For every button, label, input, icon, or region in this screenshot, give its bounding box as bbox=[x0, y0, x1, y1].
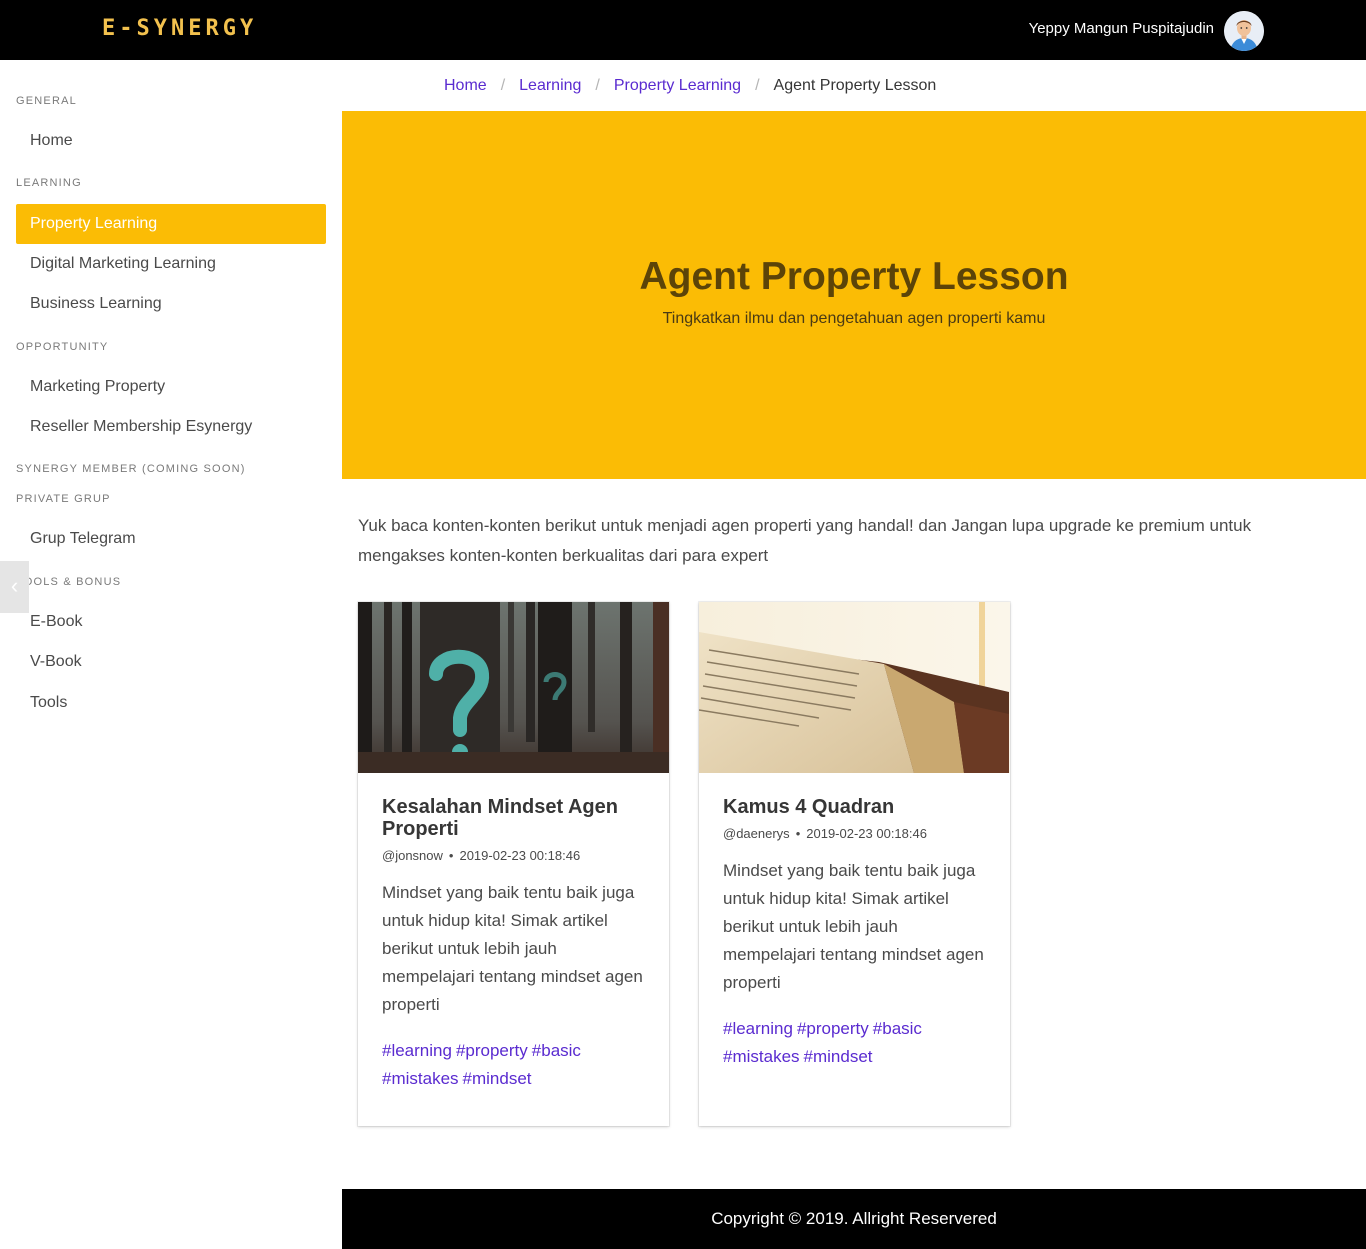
breadcrumb-home[interactable]: Home bbox=[444, 77, 487, 95]
sidebar-item-property-learning[interactable]: Property Learning bbox=[16, 204, 326, 244]
breadcrumb-separator: / bbox=[755, 77, 760, 94]
breadcrumb-current: Agent Property Lesson bbox=[773, 77, 937, 94]
chevron-left-icon: ‹ bbox=[10, 573, 19, 598]
sidebar-collapse-button[interactable]: ‹ bbox=[0, 561, 29, 613]
lesson-card[interactable]: Kamus 4 Quadran @daenerys • 2019-02-23 00:… bbox=[699, 602, 1010, 1126]
tag-link[interactable]: #learning bbox=[382, 1041, 452, 1060]
brand-logo[interactable]: E-SYNERGY bbox=[102, 16, 257, 41]
sidebar-item-vbook[interactable]: V-Book bbox=[16, 642, 326, 682]
menu-label-learning: LEARNING bbox=[16, 177, 82, 189]
sidebar-item-digital-marketing-learning[interactable]: Digital Marketing Learning bbox=[16, 244, 326, 284]
menu-label-tools-bonus: TOOLS & BONUS bbox=[16, 576, 122, 588]
menu-label-synergy-member: SYNERGY MEMBER (COMING SOON) bbox=[16, 463, 246, 475]
sidebar-item-reseller-membership[interactable]: Reseller Membership Esynergy bbox=[16, 407, 326, 447]
page-title: Agent Property Lesson bbox=[639, 255, 1069, 298]
forest-question-mark-image[interactable] bbox=[358, 602, 669, 773]
lesson-card[interactable]: Kesalahan Mindset Agen Properti @jonsnow… bbox=[358, 602, 669, 1126]
meta-separator: • bbox=[795, 826, 801, 841]
tag-link[interactable]: #property bbox=[797, 1019, 869, 1038]
tag-link[interactable]: #mistakes bbox=[723, 1047, 800, 1066]
sidebar-item-tools[interactable]: Tools bbox=[16, 683, 326, 723]
user-name[interactable]: Yeppy Mangun Puspitajudin bbox=[1029, 20, 1214, 37]
tag-link[interactable]: #basic bbox=[532, 1041, 581, 1060]
card-description: Mindset yang baik tentu baik juga untuk … bbox=[382, 883, 643, 1014]
sidebar-item-ebook[interactable]: E-Book bbox=[16, 602, 326, 642]
card-tags: #learning #property #basic #mistakes #minds… bbox=[382, 1037, 652, 1093]
open-book-image[interactable] bbox=[699, 602, 1010, 773]
breadcrumb-learning[interactable]: Learning bbox=[519, 77, 581, 95]
breadcrumb-separator: / bbox=[500, 77, 506, 94]
meta-separator: • bbox=[448, 848, 454, 863]
footer: Copyright © 2019. Allright Reservered bbox=[342, 1189, 1366, 1249]
tag-link[interactable]: #mistakes bbox=[382, 1069, 459, 1088]
card-title[interactable]: Kamus 4 Quadran bbox=[723, 796, 993, 818]
card-tags: #learning #property #basic #mistakes #minds… bbox=[723, 1015, 993, 1071]
user-avatar[interactable] bbox=[1224, 11, 1264, 51]
breadcrumb: Home / Learning / Property Learning / Ag… bbox=[444, 75, 936, 97]
tag-link[interactable]: #property bbox=[456, 1041, 528, 1060]
sidebar-item-grup-telegram[interactable]: Grup Telegram bbox=[16, 519, 326, 559]
tag-link[interactable]: #mindset bbox=[463, 1069, 532, 1088]
page-subtitle: Tingkatkan ilmu dan pengetahuan agen pro… bbox=[662, 310, 1046, 327]
intro-text: Yuk baca konten-konten berikut untuk men… bbox=[358, 516, 1252, 565]
card-date: 2019-02-23 00:18:46 bbox=[806, 826, 927, 841]
footer-copyright: Copyright © 2019. Allright Reservered bbox=[711, 1209, 997, 1228]
top-navbar: E-SYNERGY Yeppy Mangun Puspitajudin bbox=[0, 0, 1366, 60]
card-content: Kesalahan Mindset Agen Properti @jonsnow… bbox=[382, 796, 652, 1093]
tag-link[interactable]: #mindset bbox=[804, 1047, 873, 1066]
tag-link[interactable]: #basic bbox=[873, 1019, 922, 1038]
tag-link[interactable]: #learning bbox=[723, 1019, 793, 1038]
card-title[interactable]: Kesalahan Mindset Agen Properti bbox=[382, 796, 652, 840]
hero-banner: Agent Property Lesson Tingkatkan ilmu da… bbox=[342, 111, 1366, 479]
card-date: 2019-02-23 00:18:46 bbox=[459, 848, 581, 863]
sidebar-item-marketing-property[interactable]: Marketing Property bbox=[16, 367, 326, 407]
card-author[interactable]: @jonsnow bbox=[382, 848, 443, 863]
card-content: Kamus 4 Quadran @daenerys • 2019-02-23 00:… bbox=[723, 796, 993, 1071]
avatar-icon bbox=[1224, 11, 1264, 51]
card-author[interactable]: @daenerys bbox=[723, 826, 790, 841]
breadcrumb-separator: / bbox=[595, 77, 600, 94]
menu-label-general: GENERAL bbox=[16, 95, 77, 107]
sidebar: GENERAL Home LEARNING Property Learning … bbox=[0, 60, 342, 1249]
card-meta: @jonsnow • 2019-02-23 00:18:46 bbox=[382, 848, 652, 863]
menu-label-private-grup: PRIVATE GRUP bbox=[16, 493, 111, 505]
sidebar-item-business-learning[interactable]: Business Learning bbox=[16, 284, 326, 324]
card-description: Mindset yang baik tentu baik juga untuk … bbox=[723, 861, 984, 992]
card-meta: @daenerys • 2019-02-23 00:18:46 bbox=[723, 826, 993, 841]
breadcrumb-property-learning[interactable]: Property Learning bbox=[614, 77, 741, 95]
sidebar-item-home[interactable]: Home bbox=[16, 121, 326, 161]
menu-label-opportunity: OPPORTUNITY bbox=[16, 341, 109, 353]
